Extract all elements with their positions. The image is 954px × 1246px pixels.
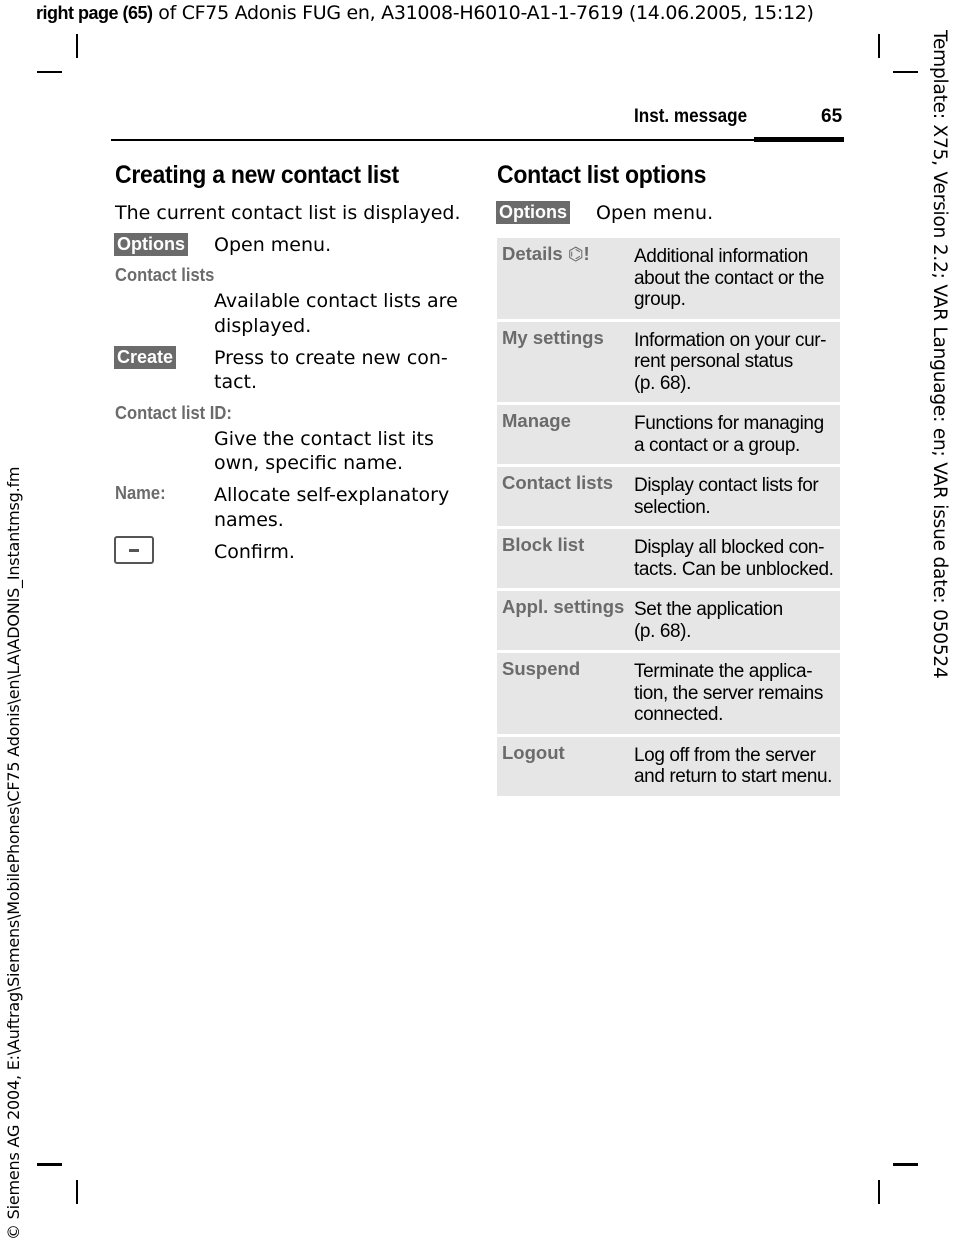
crop-mark: [878, 34, 880, 58]
option-desc: Display contact lists for selection.: [634, 475, 819, 518]
option-row-appl-settings: Appl. settings Set the application (p. 68…: [497, 591, 840, 650]
step-text: Confirm.: [214, 541, 295, 563]
option-desc: Additional information about the contact …: [634, 246, 825, 310]
crop-mark: [893, 1163, 918, 1166]
option-desc: Display all blocked con-tacts. Can be un…: [634, 537, 834, 580]
step-text: Open menu.: [214, 234, 332, 256]
option-desc: Set the application (p. 68).: [634, 599, 783, 642]
page-number: 65: [821, 106, 843, 127]
options-softkey[interactable]: Options: [496, 201, 570, 224]
option-row-logout: Logout Log off from the server and return…: [497, 736, 840, 796]
option-desc: Functions for managing a contact or a gro…: [634, 413, 824, 456]
step-text: displayed.: [214, 315, 312, 337]
step-text: Allocate self-explanatory: [214, 484, 450, 506]
menu-label-contact-lists: Contact lists: [115, 265, 215, 285]
options-softkey-text: Open menu.: [596, 202, 714, 224]
hexagon-alert-icon: ⌬: [567, 244, 584, 264]
step-text: names.: [214, 509, 284, 531]
option-name: Details ⌬!: [502, 243, 590, 264]
intro-text: The current contact list is displayed.: [115, 202, 461, 224]
options-softkey[interactable]: Options: [114, 233, 188, 256]
menu-label-contact-list-id: Contact list ID:: [115, 403, 232, 423]
option-row-contact-lists: Contact lists Display contact lists for s…: [497, 467, 840, 526]
option-name: Manage: [502, 410, 571, 431]
template-info: Template: X75, Version 2.2; VAR Language…: [929, 30, 950, 679]
crop-mark: [878, 1180, 880, 1204]
minus-key-icon[interactable]: [114, 536, 154, 564]
step-text: Available contact lists are: [214, 290, 458, 312]
option-desc: Information on your cur-rent personal st…: [634, 329, 827, 394]
option-name: My settings: [502, 326, 604, 348]
option-name: Logout: [502, 741, 565, 763]
crop-mark: [893, 71, 918, 73]
option-name: Block list: [502, 534, 585, 555]
option-row-details: Details ⌬! Additional information about t…: [497, 238, 840, 319]
options-table: Details ⌬! Additional information about t…: [497, 238, 840, 799]
option-desc: Log off from the server and return to sta…: [634, 744, 833, 788]
option-name: Contact lists: [502, 472, 614, 493]
menu-label-name: Name:: [115, 483, 166, 503]
step-text: Press to create new con-: [214, 347, 448, 369]
option-name: Suspend: [502, 658, 581, 679]
header-rule: [111, 139, 754, 141]
option-desc: Terminate the applica-tion, the server r…: [634, 661, 823, 725]
header-rule-accent: [754, 137, 844, 142]
option-row-block-list: Block list Display all blocked con-tacts…: [497, 529, 840, 588]
crop-mark: [37, 1163, 62, 1166]
copyright-path: © Siemens AG 2004, E:\Auftrag\Siemens\Mo…: [4, 466, 23, 1240]
print-banner: right page (65) of CF75 Adonis FUG en, A…: [36, 2, 814, 24]
step-text: Give the contact list its: [214, 428, 434, 450]
crop-mark: [37, 71, 62, 73]
option-name: Appl. settings: [502, 596, 625, 617]
section-title-options: Contact list options: [497, 161, 707, 189]
option-row-my-settings: My settings Information on your cur-rent…: [497, 321, 840, 402]
step-text: tact.: [214, 371, 258, 393]
crop-mark: [76, 1180, 78, 1204]
create-softkey[interactable]: Create: [114, 346, 177, 369]
alert-icon: !: [583, 243, 590, 264]
option-row-manage: Manage Functions for managing a contact o…: [497, 405, 840, 464]
banner-rest: of CF75 Adonis FUG en, A31008-H6010-A1-1…: [152, 2, 814, 24]
step-text: own, specific name.: [214, 452, 404, 474]
section-title-creating: Creating a new contact list: [115, 161, 399, 189]
option-row-suspend: Suspend Terminate the applica-tion, the …: [497, 653, 840, 734]
running-header-section: Inst. message: [634, 106, 748, 127]
crop-mark: [76, 34, 78, 58]
banner-bold: right page (65): [36, 3, 153, 23]
